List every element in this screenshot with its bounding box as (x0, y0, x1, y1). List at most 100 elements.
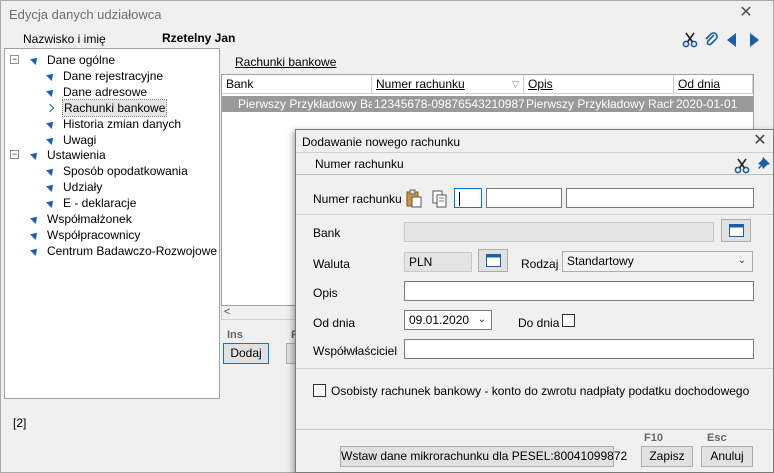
tree-item-label: Ustawienia (47, 148, 106, 163)
close-icon[interactable]: ✕ (751, 132, 769, 150)
currency-picker-button[interactable] (478, 249, 508, 272)
co-owner-input[interactable] (404, 339, 754, 359)
account-number-part2[interactable] (486, 188, 562, 208)
node-arrow-icon (30, 229, 40, 240)
bank-field (404, 222, 714, 242)
personal-account-checkbox[interactable] (313, 384, 326, 397)
save-shortcut: F10 (644, 432, 663, 444)
scissors-icon[interactable] (682, 32, 698, 48)
sort-icon: ▽ (512, 79, 519, 89)
co-owner-label: Współwłaściciel (313, 344, 398, 358)
type-select[interactable]: Standartowy ⌄ (562, 251, 753, 272)
cell-from-date: 2020-01-01 (676, 97, 738, 111)
collapse-icon[interactable]: − (10, 150, 19, 160)
type-label: Rodzaj (521, 257, 559, 271)
node-arrow-icon (46, 166, 56, 177)
paste-icon[interactable] (404, 189, 424, 209)
tree-item[interactable]: Sposób opodatkowania (5, 163, 219, 179)
account-number-part1[interactable] (454, 188, 482, 208)
type-select-value: Standartowy (567, 254, 634, 268)
copy-icon[interactable] (430, 189, 450, 209)
tree-item[interactable]: Dane rejestracyjne (5, 68, 219, 84)
tree-item-label: E - deklaracje (63, 196, 137, 211)
insert-micro-account-button[interactable]: Wstaw dane mikrorachunku dla PESEL:80041… (340, 446, 627, 467)
arrow-right-icon[interactable] (746, 32, 762, 48)
cell-account-number: 12345678-0987654321098765- (374, 97, 524, 111)
scissors-icon[interactable] (734, 158, 750, 174)
navigation-tree: − Dane ogólne Dane rejestracyjne Dane adres… (4, 48, 220, 399)
scroll-left-icon[interactable]: < (224, 306, 230, 319)
column-bank[interactable]: Bank (222, 75, 372, 94)
arrow-left-icon[interactable] (724, 32, 740, 48)
tree-item-label: Sposób opodatkowania (63, 164, 188, 179)
tree-item-label: Dane adresowe (63, 84, 148, 99)
column-description[interactable]: Opis (524, 75, 674, 94)
tree-item-label: Dane ogólne (47, 53, 116, 67)
grid-header: Bank Numer rachunku ▽ Opis Od dnia (222, 75, 753, 94)
tree-item[interactable]: − Dane ogólne (5, 52, 219, 68)
cell-description: Pierwszy Przykładowy Rachunek (526, 97, 674, 111)
divider (296, 214, 773, 215)
add-account-dialog: Dodawanie nowego rachunku ✕ Numer rachun… (295, 129, 774, 473)
tree-item[interactable]: Historia zmian danych (5, 116, 219, 132)
tree-item[interactable]: − Ustawienia (5, 147, 219, 163)
divider (296, 174, 773, 175)
currency-field: PLN (404, 252, 472, 272)
record-count: [2] (13, 416, 27, 430)
name-value: Rzetelny Jan (162, 31, 236, 45)
node-arrow-icon (46, 182, 56, 193)
divider (296, 368, 773, 369)
tree-item[interactable]: Centrum Badawczo-Rozwojowe (5, 243, 219, 259)
table-row[interactable]: Pierwszy Przykładowy Bank 12345678-09876… (222, 96, 753, 112)
tree-item[interactable]: Uwagi (5, 132, 219, 148)
window-icon (486, 254, 501, 267)
pin-icon[interactable] (755, 157, 771, 173)
node-arrow-icon (46, 198, 56, 209)
paperclip-icon[interactable] (703, 31, 719, 47)
section-title: Numer rachunku (315, 157, 404, 171)
tree-item[interactable]: Współpracownicy (5, 227, 219, 243)
close-icon[interactable]: ✕ (737, 4, 755, 22)
cancel-button[interactable]: Anuluj (701, 446, 753, 467)
tree-item-label: Uwagi (63, 132, 97, 147)
add-button[interactable]: Dodaj (223, 343, 269, 364)
column-account-number[interactable]: Numer rachunku ▽ (372, 75, 524, 94)
chevron-down-icon: ⌄ (737, 255, 746, 266)
divider (296, 152, 773, 153)
divider (296, 429, 773, 430)
chevron-down-icon: ⌄ (477, 314, 486, 325)
node-arrow-icon (46, 86, 56, 97)
save-button[interactable]: Zapisz (641, 446, 693, 467)
cancel-shortcut: Esc (707, 432, 727, 444)
tree-item-label: Współmałżonek (47, 212, 132, 226)
description-label: Opis (313, 286, 338, 300)
tree-item[interactable]: Współmałżonek (5, 211, 219, 227)
tree-item[interactable]: Rachunki bankowe (5, 98, 219, 117)
tab-rachunki-bankowe[interactable]: Rachunki bankowe (235, 55, 336, 69)
from-date-value: 09.01.2020 (409, 313, 470, 327)
node-arrow-icon (30, 245, 40, 256)
node-arrow-icon (45, 103, 55, 112)
node-arrow-icon (46, 134, 56, 145)
from-date-picker[interactable]: 09.01.2020 ⌄ (404, 310, 492, 330)
account-number-part3[interactable] (566, 188, 754, 208)
tree-item[interactable]: Udziały (5, 179, 219, 195)
node-arrow-icon (46, 70, 56, 81)
description-input[interactable] (404, 281, 754, 301)
bank-picker-button[interactable] (721, 219, 751, 242)
node-arrow-icon (30, 55, 40, 65)
node-arrow-icon (30, 150, 40, 161)
bank-label: Bank (313, 226, 341, 240)
horizontal-scrollbar[interactable]: < (221, 306, 301, 320)
tree-item-label: Udziały (63, 180, 103, 195)
currency-label: Waluta (313, 257, 350, 271)
personal-account-label[interactable]: Osobisty rachunek bankowy - konto do zwr… (331, 384, 749, 398)
window-icon (729, 224, 744, 237)
to-date-checkbox[interactable] (562, 314, 575, 327)
collapse-icon[interactable]: − (10, 55, 19, 64)
column-from-date[interactable]: Od dnia (674, 75, 753, 94)
node-arrow-icon (46, 118, 56, 129)
node-arrow-icon (30, 214, 40, 224)
tree-item[interactable]: E - deklaracje (5, 195, 219, 211)
tree-item[interactable]: Dane adresowe (5, 84, 219, 100)
